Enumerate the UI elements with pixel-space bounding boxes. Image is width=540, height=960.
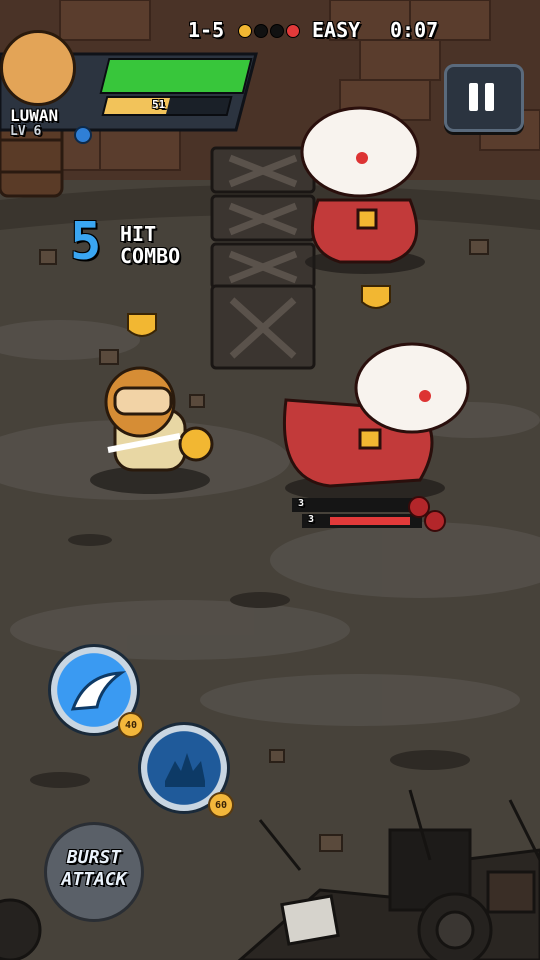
burst-attack-label: ATTACK (61, 869, 127, 890)
stage-dot (270, 24, 284, 38)
burst-label: BURST (66, 847, 122, 868)
player-level: LV 6 (10, 124, 42, 139)
enemy-status-value-1: 3 (298, 498, 305, 509)
crate-stack (210, 146, 316, 370)
player-panel: 51 LUWAN LV 6 (0, 30, 260, 144)
enemy-status-row-2: 3 (302, 514, 422, 528)
xp-bar-track (101, 96, 233, 116)
combo-label: COMBO (120, 244, 181, 268)
skill-2-cost: 60 (208, 792, 234, 818)
player-avatar (0, 30, 76, 106)
player-class-icon (74, 126, 92, 144)
stage-dot (254, 24, 268, 38)
enemy-status-row-1: 3 (292, 498, 422, 512)
stage-timer: 0:07 (390, 18, 439, 42)
stage-dot (238, 24, 252, 38)
pause-button[interactable] (444, 64, 524, 132)
xp-value: 51 (152, 98, 166, 111)
enemy-hp-fill (330, 517, 410, 525)
dumpling-enemy-1 (300, 106, 420, 264)
hp-bar-fill (102, 60, 250, 92)
combo-hit-label: HIT (120, 222, 157, 246)
enemy-status: 3 3 (292, 496, 446, 532)
combo-count: 5 (70, 212, 102, 272)
player-name: LUWAN (10, 106, 59, 125)
battle-scene (0, 0, 540, 960)
hp-bar-track (99, 58, 253, 94)
burst-attack-button[interactable]: BURST ATTACK (44, 822, 144, 922)
stage-dot (286, 24, 300, 38)
stage-label: 1-5 (188, 18, 225, 42)
enemy-status-value-2: 3 (308, 514, 315, 525)
difficulty-label: EASY (312, 18, 361, 42)
enemy-fist-icon (424, 510, 446, 532)
